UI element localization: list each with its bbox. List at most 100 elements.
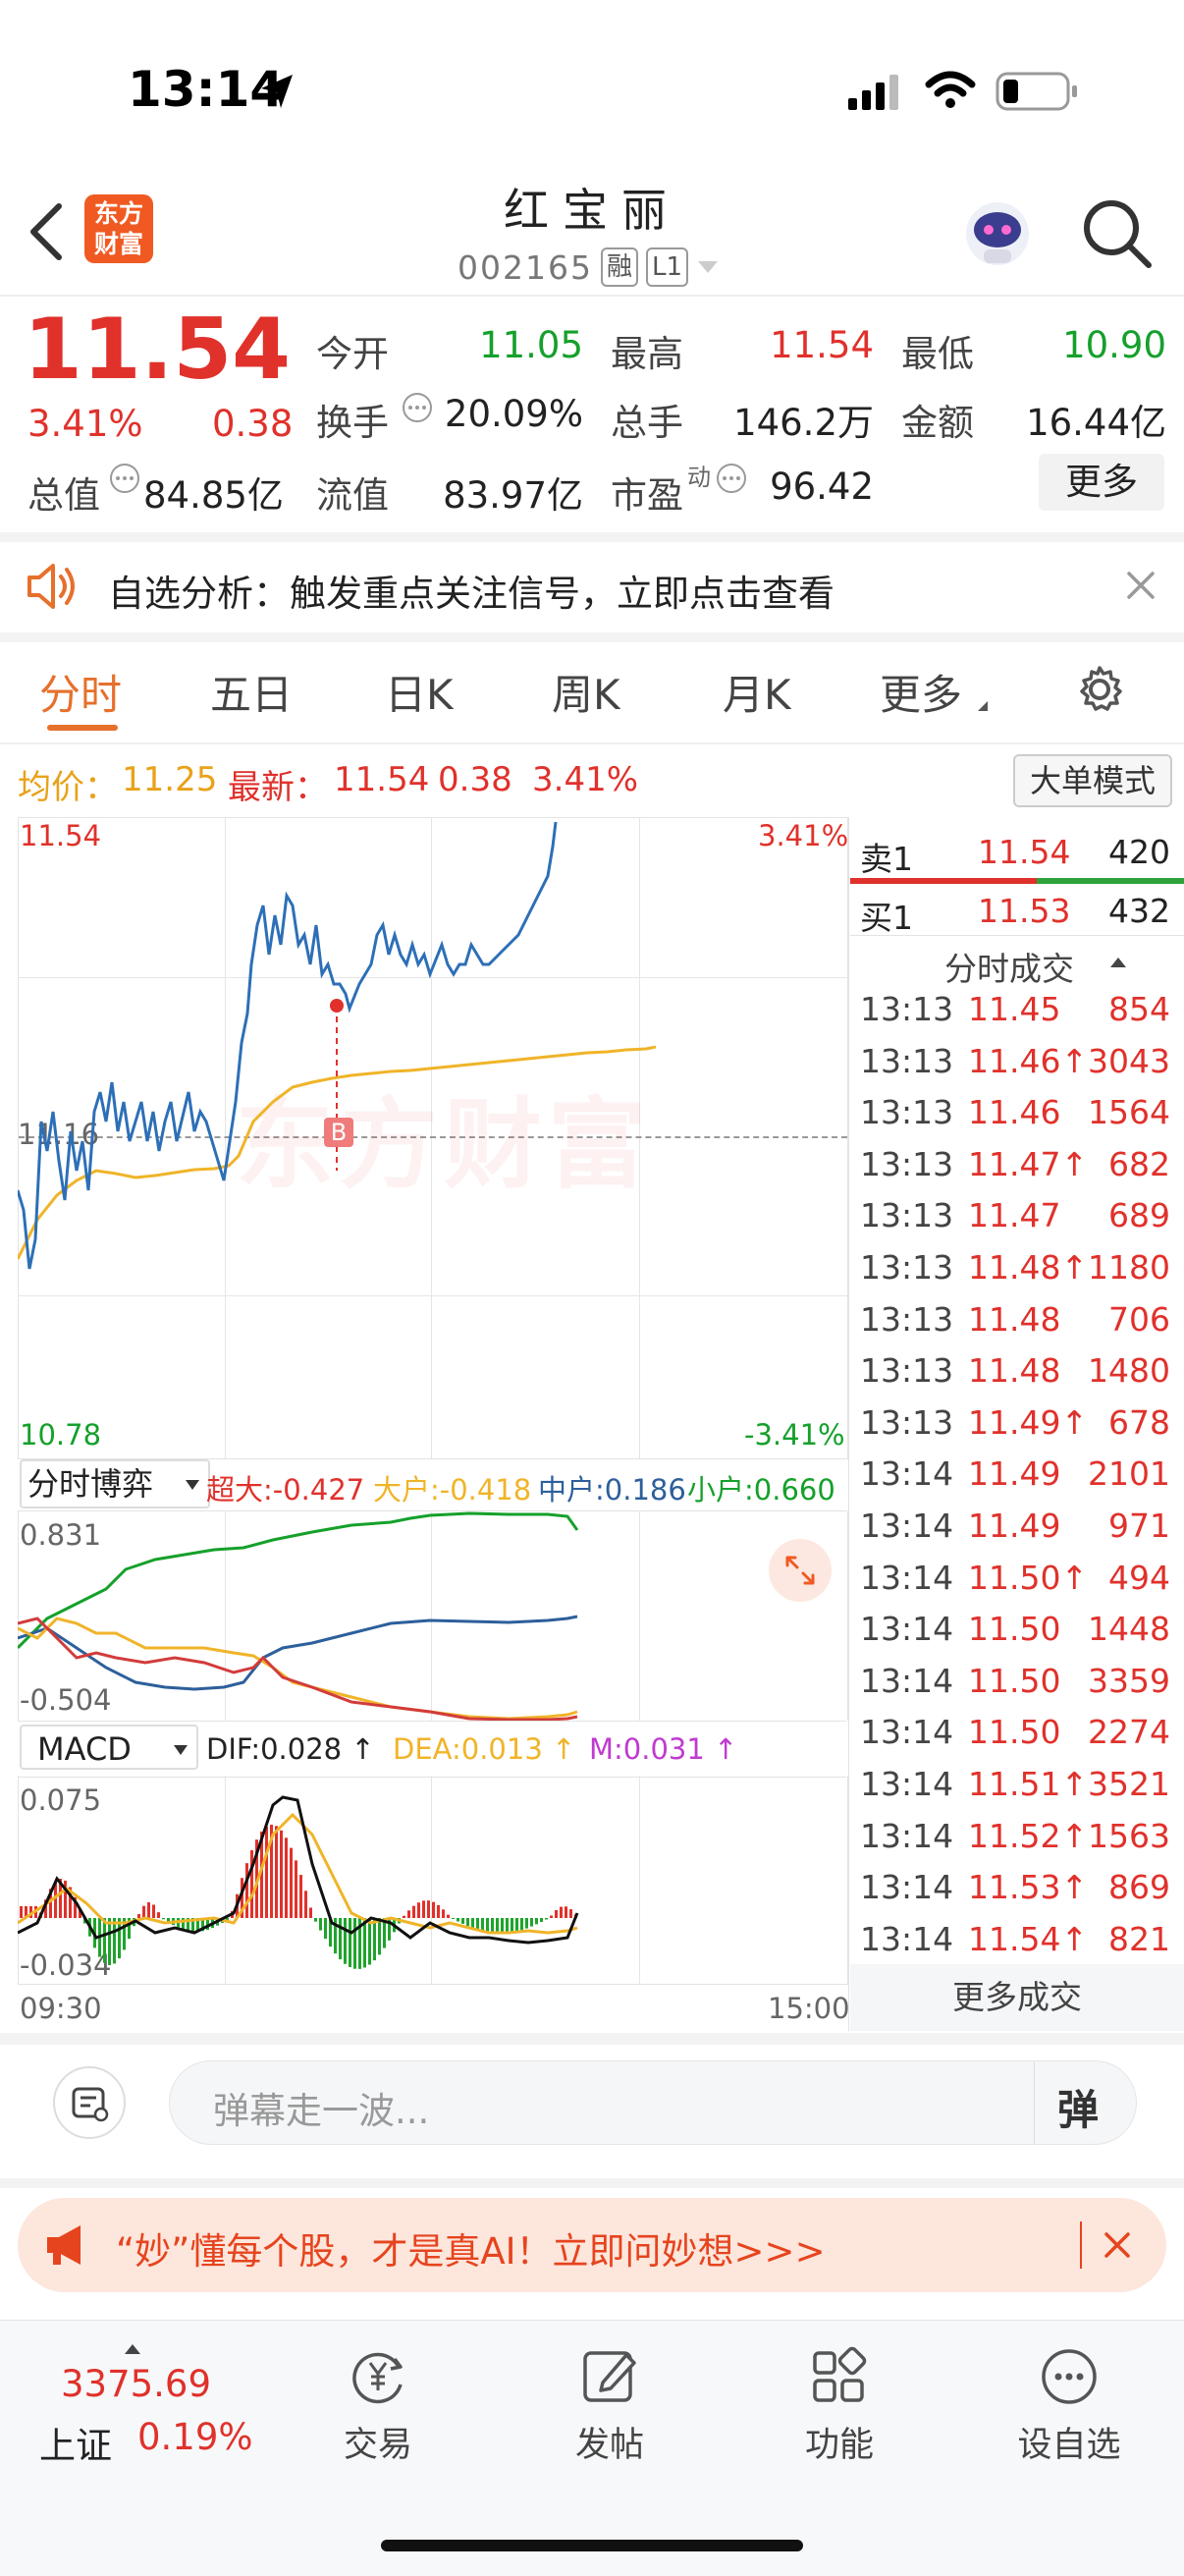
more-button[interactable]: 更多 — [1039, 454, 1164, 511]
macd-bar — [535, 1918, 538, 1925]
macd-selector[interactable]: MACD — [20, 1725, 198, 1770]
macd-bar — [363, 1918, 366, 1968]
trade-volume: 682 — [1108, 1144, 1170, 1183]
low-value: 10.90 — [1062, 324, 1166, 366]
macd-bar — [339, 1918, 342, 1960]
trades-title[interactable]: 分时成交 — [944, 943, 1074, 990]
high-label: 最高 — [611, 333, 683, 375]
search-icon[interactable] — [1080, 196, 1155, 271]
buy-1-price: 11.53 — [978, 892, 1071, 930]
macd-bar — [476, 1918, 479, 1931]
latest-label: 最新： — [228, 768, 328, 807]
trade-volume: 689 — [1108, 1196, 1170, 1235]
macd-bar — [344, 1918, 347, 1964]
ad-banner[interactable]: “妙”懂每个股，才是真AI！立即问妙想>>> — [18, 2198, 1166, 2292]
trade-row: 13:14 11.49 971 — [860, 1507, 1170, 1558]
macd-bar — [545, 1918, 548, 1920]
comment-input[interactable]: 弹幕走一波... 弹 — [169, 2060, 1137, 2145]
macd-bar — [481, 1918, 484, 1932]
macd-bar — [550, 1915, 553, 1918]
macd-bar — [280, 1830, 283, 1918]
flow-selector[interactable]: 分时博弈 — [20, 1459, 210, 1508]
macd-bar — [353, 1918, 356, 1969]
macd-bar — [432, 1901, 435, 1918]
sell-1-volume: 420 — [1108, 833, 1170, 871]
tab-week-k[interactable]: 周K — [552, 662, 620, 722]
macd-bar — [560, 1906, 563, 1918]
macd-selector-label: MACD — [37, 1730, 132, 1768]
notice-text[interactable]: 自选分析：触发重点关注信号，立即点击查看 — [108, 564, 834, 617]
trade-volume: 1564 — [1088, 1093, 1170, 1132]
index-name[interactable]: 上证 — [39, 2416, 112, 2469]
trade-price: 11.53↑ — [968, 1868, 1089, 1907]
settings-gear-icon[interactable] — [1074, 664, 1125, 715]
buy-1-volume: 432 — [1108, 892, 1170, 930]
trade-volume: 3043 — [1088, 1041, 1170, 1080]
trade-row: 13:14 11.50↑ 494 — [860, 1559, 1170, 1610]
index-percent[interactable]: 0.19% — [137, 2416, 253, 2458]
buy-1-label: 买1 — [860, 899, 913, 937]
trade-volume: 1448 — [1088, 1610, 1170, 1649]
flow-small: 小户:0.660 — [687, 1473, 835, 1507]
macd-bar — [407, 1910, 410, 1918]
trade-price: 11.50 — [968, 1661, 1061, 1700]
macd-bar — [486, 1918, 489, 1933]
turnover-value: 20.09% — [444, 393, 583, 435]
expand-icon[interactable] — [768, 1538, 833, 1603]
signal-icon — [848, 75, 898, 110]
edit-post-icon — [583, 2351, 636, 2402]
more-dots-circle-icon — [1042, 2349, 1097, 2404]
big-order-mode-button[interactable]: 大单模式 — [1013, 754, 1172, 807]
tab-intraday[interactable]: 分时 — [39, 662, 122, 722]
macd-bar — [275, 1826, 278, 1918]
macd-bar — [530, 1918, 533, 1927]
trade-volume: 678 — [1108, 1402, 1170, 1442]
home-indicator — [381, 2540, 803, 2551]
avg-label: 均价： — [18, 768, 118, 807]
macd-bar — [466, 1918, 469, 1927]
info-dots-icon[interactable] — [108, 462, 141, 495]
nav-trade-label: 交易 — [343, 2426, 412, 2465]
macd-bar — [515, 1918, 518, 1932]
trade-row: 13:13 11.45 854 — [860, 990, 1170, 1041]
trade-row: 13:13 11.46 1564 — [860, 1093, 1170, 1144]
macd-bar — [457, 1918, 459, 1922]
trade-time: 13:13 — [860, 1041, 954, 1080]
tab-month-k[interactable]: 月K — [723, 662, 791, 722]
trade-row: 13:14 11.53↑ 869 — [860, 1868, 1170, 1919]
tab-more[interactable]: 更多 — [880, 662, 962, 722]
trade-volume: 971 — [1108, 1507, 1170, 1545]
index-value[interactable]: 3375.69 — [61, 2363, 211, 2405]
buy-marker[interactable]: B — [324, 1118, 353, 1147]
macd-bar — [108, 1918, 111, 1965]
sort-triangle-icon[interactable] — [1109, 957, 1127, 968]
nav-add-watchlist[interactable]: 设自选 — [986, 2345, 1153, 2467]
tab-five-day[interactable]: 五日 — [210, 662, 293, 722]
float-cap-label: 流值 — [316, 474, 389, 517]
current-price: 11.54 — [24, 301, 292, 399]
nav-trade[interactable]: 交易 — [295, 2345, 461, 2467]
macd-bar — [555, 1909, 558, 1918]
nav-functions[interactable]: 功能 — [756, 2345, 923, 2467]
nav-post[interactable]: 发帖 — [526, 2345, 693, 2467]
macd-bar — [299, 1875, 302, 1918]
close-icon[interactable] — [1125, 570, 1157, 601]
stock-code-row[interactable]: 002165 融 L1 — [457, 247, 720, 287]
trade-price: 11.49 — [968, 1454, 1061, 1494]
macd-histogram — [18, 1795, 579, 1969]
trade-price: 11.51↑ — [968, 1765, 1089, 1803]
robot-assistant-icon[interactable] — [958, 194, 1037, 273]
macd-bar — [295, 1860, 297, 1918]
macd-bar — [412, 1905, 415, 1918]
note-button[interactable] — [53, 2066, 126, 2139]
trade-row: 13:13 11.46↑ 3043 — [860, 1042, 1170, 1093]
more-trades-button[interactable]: 更多成交 — [850, 1964, 1184, 2031]
close-icon[interactable] — [1103, 2231, 1131, 2259]
x-axis-start: 09:30 — [20, 1992, 102, 2025]
danmu-button[interactable]: 弹 — [1057, 2077, 1099, 2137]
macd-bar — [147, 1902, 150, 1918]
tab-day-k[interactable]: 日K — [385, 662, 454, 722]
macd-bar — [569, 1909, 572, 1918]
trade-volume: 1180 — [1088, 1248, 1170, 1287]
wifi-icon — [925, 71, 976, 108]
